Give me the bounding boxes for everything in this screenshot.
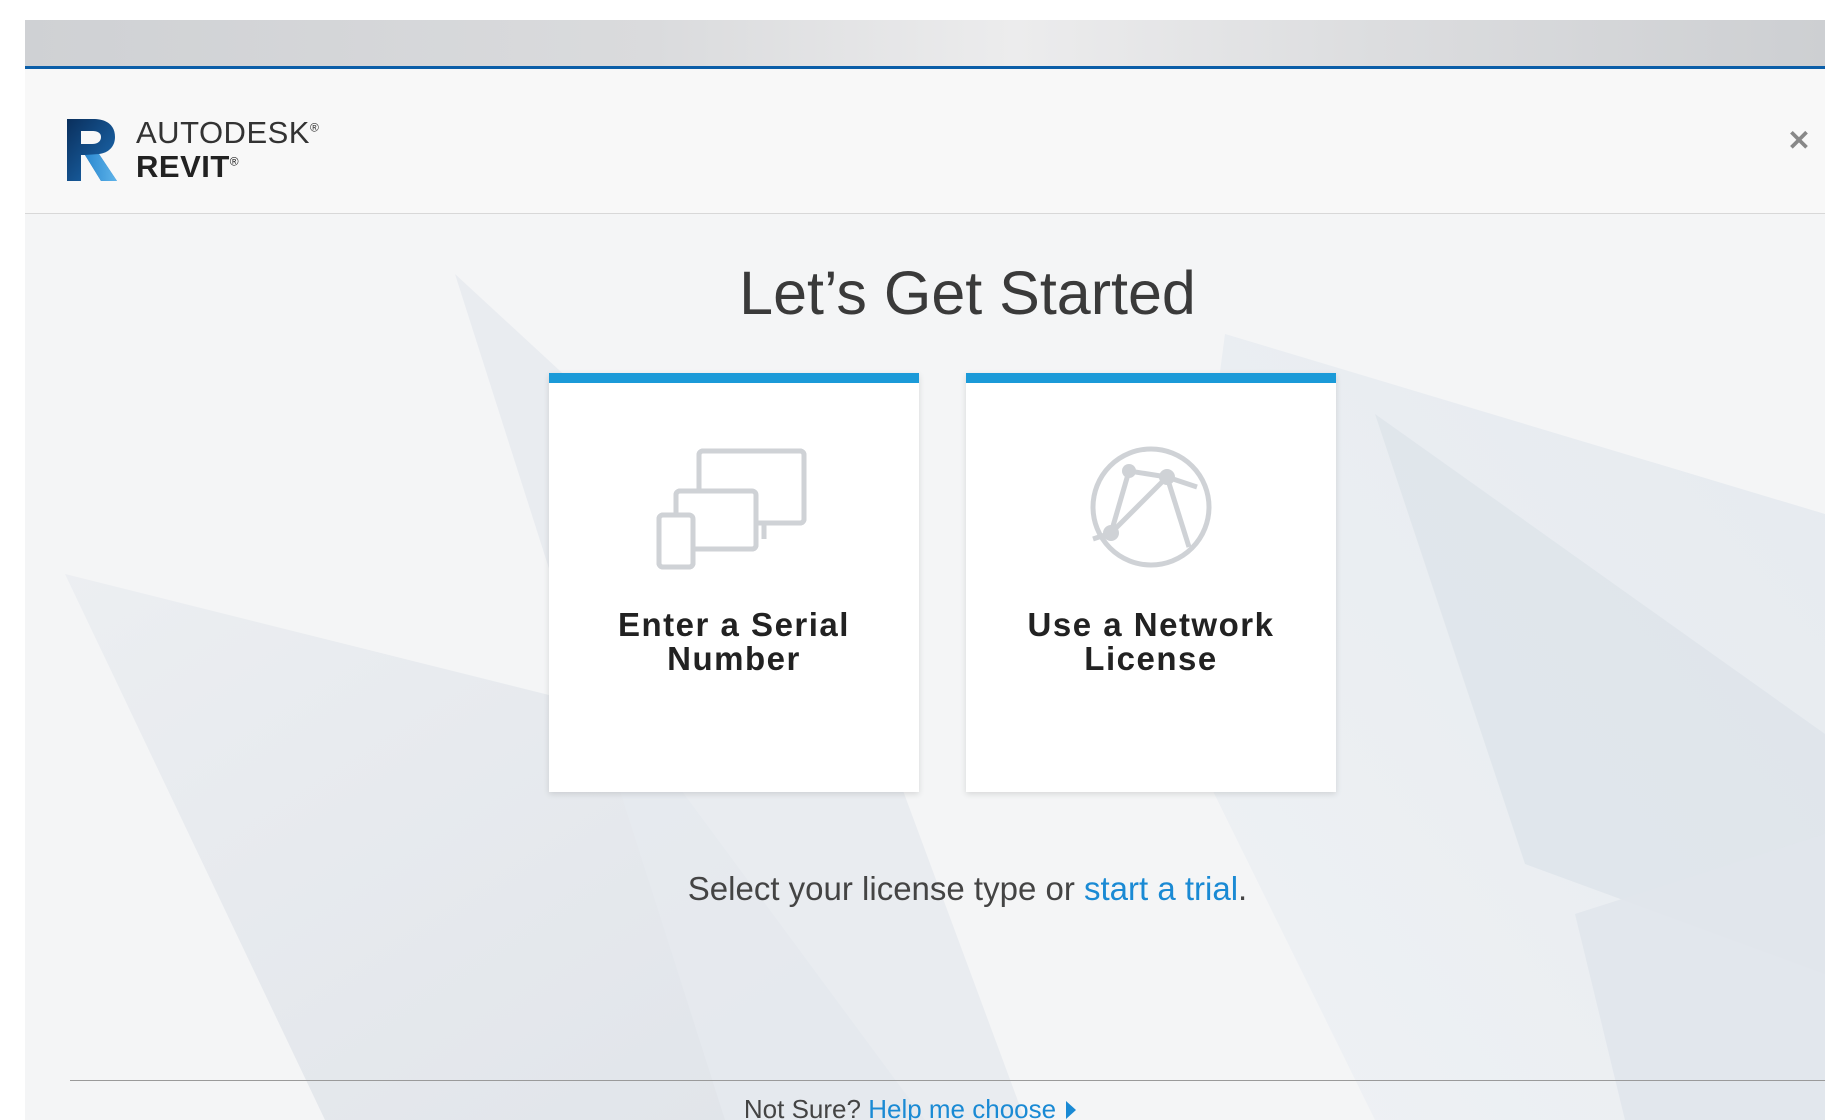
brand-product-text: REVIT xyxy=(136,149,230,184)
serial-number-card[interactable]: Enter a Serial Number xyxy=(549,373,919,792)
revit-logo-icon xyxy=(67,119,117,181)
brand-product: REVIT® xyxy=(136,149,239,185)
network-license-card[interactable]: Use a Network License xyxy=(966,373,1336,792)
card-accent-bar xyxy=(549,373,919,383)
help-me-choose-link[interactable]: Help me choose xyxy=(868,1094,1056,1120)
serial-number-label: Enter a Serial Number xyxy=(549,608,919,676)
brand-company-text: AUTODESK xyxy=(136,115,310,150)
registered-mark: ® xyxy=(309,120,320,135)
card-label-line: Number xyxy=(667,640,801,677)
card-accent-bar xyxy=(966,373,1336,383)
footer-divider xyxy=(70,1080,1825,1081)
registered-mark: ® xyxy=(229,154,240,169)
prompt-text: Select your license type or xyxy=(687,870,1084,907)
network-license-label: Use a Network License xyxy=(966,608,1336,676)
play-arrow-icon[interactable] xyxy=(1066,1101,1077,1119)
close-button[interactable]: ✕ xyxy=(1785,127,1813,155)
footer: Not Sure? Help me choose xyxy=(25,1094,1795,1120)
card-label-line: Enter a Serial xyxy=(618,606,850,643)
not-sure-text: Not Sure? xyxy=(743,1094,869,1120)
card-label-line: License xyxy=(1084,640,1218,677)
title-bar[interactable] xyxy=(25,20,1825,69)
license-dialog: AUTODESK® REVIT® ✕ Let’s Get Started Ent… xyxy=(25,20,1825,1120)
prompt-period: . xyxy=(1238,870,1248,907)
dialog-body: Let’s Get Started Enter a Serial Number … xyxy=(25,214,1825,1120)
card-label-line: Use a Network xyxy=(1027,606,1275,643)
devices-icon xyxy=(656,448,807,570)
license-prompt: Select your license type or start a tria… xyxy=(25,870,1825,908)
start-trial-link[interactable]: start a trial xyxy=(1084,870,1238,907)
close-icon: ✕ xyxy=(1787,125,1811,156)
background-graphic xyxy=(65,274,1825,1120)
network-globe-icon xyxy=(1090,446,1212,568)
page-title: Let’s Get Started xyxy=(739,259,1196,327)
dialog-header: AUTODESK® REVIT® ✕ xyxy=(25,69,1825,214)
brand-company: AUTODESK® xyxy=(136,115,319,151)
